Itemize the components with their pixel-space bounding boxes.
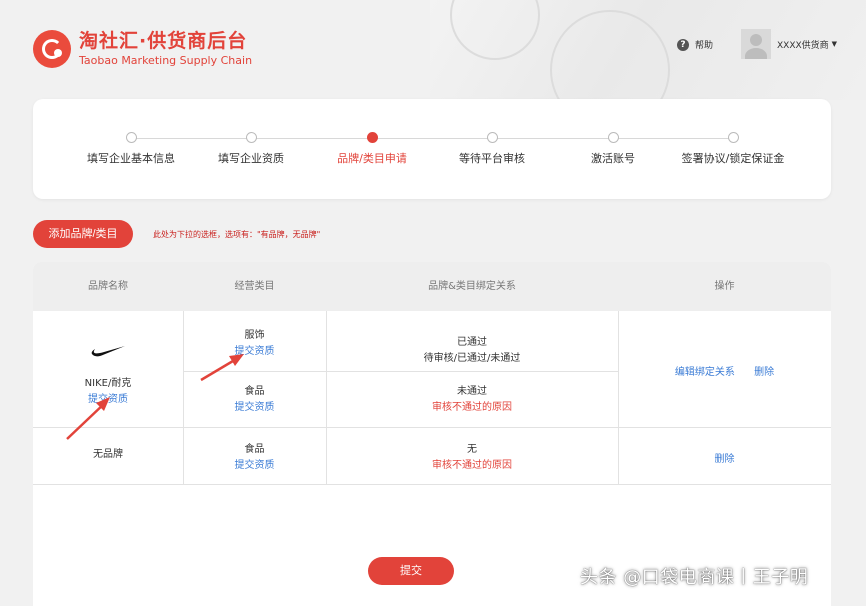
submit-category-qualification-link[interactable]: 提交资质: [183, 400, 326, 416]
add-button-note: 此处为下拉的选框，选项有："有品牌，无品牌": [153, 230, 321, 239]
step-brand-category-apply: 品牌/类目申请: [302, 132, 442, 166]
help-link[interactable]: ? 帮助: [677, 38, 713, 51]
annotation-arrow-icon: [66, 397, 110, 440]
help-label: 帮助: [695, 41, 714, 51]
table-row-binding-cell: 无 审核不通过的原因: [326, 442, 618, 474]
step-sign-agreement: 签署协议/锁定保证金: [663, 132, 803, 166]
user-name: XXXX供货商: [777, 40, 829, 51]
table-row-actions-cell: 编辑绑定关系 删除: [618, 363, 831, 378]
logo-title: 淘社汇·供货商后台: [79, 30, 248, 52]
binding-status: 无: [467, 444, 477, 455]
step-company-info: 填写企业基本信息: [61, 132, 201, 166]
brand-category-table: 品牌名称 经营类目 品牌&类目绑定关系 操作 NIKE/耐克 提交资质 服饰 提…: [33, 262, 831, 606]
brand-name: 无品牌: [93, 449, 123, 460]
step-label: 品牌/类目申请: [337, 152, 407, 165]
row-divider: [183, 371, 618, 372]
binding-status: 已通过: [457, 337, 487, 348]
step-dot-active: [366, 132, 378, 143]
column-header-brand: 品牌名称: [88, 281, 128, 292]
step-dot: [245, 132, 257, 143]
brand-name: NIKE/耐克: [84, 378, 132, 389]
progress-steps: 填写企业基本信息 填写企业资质 品牌/类目申请 等待平台审核 激活账号 签署协议…: [33, 99, 831, 199]
category-name: 服饰: [244, 330, 265, 341]
table-row-binding-cell: 已通过 待审核/已通过/未通过: [326, 335, 618, 367]
logo-icon: [33, 30, 71, 68]
delete-link[interactable]: 删除: [754, 363, 774, 378]
rejection-reason: 审核不通过的原因: [432, 460, 512, 471]
logo-subtitle: Taobao Marketing Supply Chain: [79, 54, 253, 67]
user-menu[interactable]: XXXX供货商 ▼: [741, 29, 837, 59]
table-row-brand-cell: 无品牌: [33, 447, 183, 463]
step-label: 填写企业资质: [218, 152, 284, 165]
step-dot: [727, 132, 739, 143]
edit-binding-link[interactable]: 编辑绑定关系: [675, 363, 735, 378]
delete-link[interactable]: 删除: [715, 450, 735, 465]
category-name: 食品: [244, 444, 265, 455]
step-label: 激活账号: [591, 152, 635, 165]
table-row-actions-cell: 删除: [618, 450, 831, 465]
avatar: [741, 29, 771, 59]
step-label: 等待平台审核: [459, 152, 525, 165]
nike-logo-icon: [91, 346, 125, 357]
table-header: 品牌名称 经营类目 品牌&类目绑定关系 操作: [33, 262, 831, 311]
step-await-review: 等待平台审核: [422, 132, 562, 166]
help-icon: ?: [677, 38, 689, 51]
row-divider: [33, 484, 831, 485]
chevron-down-icon: ▼: [831, 40, 838, 48]
submit-button[interactable]: 提交: [368, 557, 454, 585]
watermark-text: 头条 @口袋电商课丨王子明: [580, 567, 809, 588]
step-label: 签署协议/锁定保证金: [681, 152, 785, 165]
step-dot: [607, 132, 619, 143]
rejection-reason: 审核不通过的原因: [432, 402, 512, 413]
category-name: 食品: [244, 386, 265, 397]
column-header-actions: 操作: [714, 281, 735, 292]
column-header-category: 经营类目: [234, 281, 275, 292]
step-activate-account: 激活账号: [543, 132, 683, 166]
step-company-qualification: 填写企业资质: [181, 132, 321, 166]
binding-status: 未通过: [457, 386, 487, 397]
binding-status-options: 待审核/已通过/未通过: [423, 353, 521, 364]
annotation-arrow-icon: [200, 354, 244, 382]
table-row-category-cell: 食品 提交资质: [183, 442, 326, 474]
step-dot: [486, 132, 498, 143]
step-label: 填写企业基本信息: [87, 152, 175, 165]
table-row-binding-cell: 未通过 审核不通过的原因: [326, 384, 618, 416]
brand-logo[interactable]: 淘社汇·供货商后台 Taobao Marketing Supply Chain: [33, 30, 252, 68]
add-brand-category-button[interactable]: 添加品牌/类目: [33, 220, 133, 248]
submit-category-qualification-link[interactable]: 提交资质: [183, 458, 326, 474]
row-divider: [33, 427, 831, 428]
table-row-category-cell: 食品 提交资质: [183, 384, 326, 416]
column-header-binding: 品牌&类目绑定关系: [428, 281, 516, 292]
step-dot: [125, 132, 137, 143]
